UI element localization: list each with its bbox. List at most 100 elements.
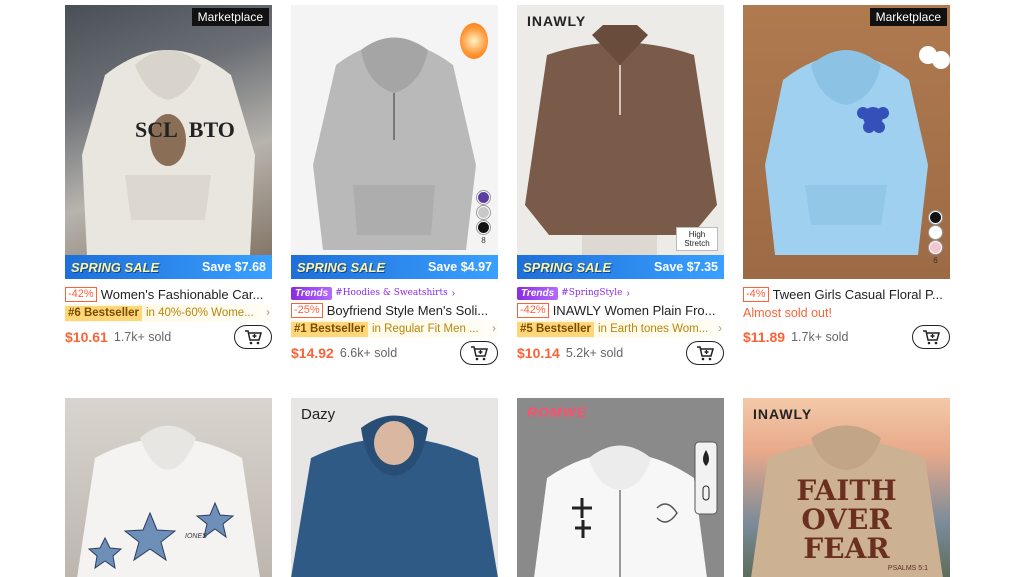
trend-topic[interactable]: #Hoodies & Sweatshirts <box>335 288 448 298</box>
product-card[interactable]: IONES <box>65 398 272 577</box>
spring-sale-banner: SPRING SALE Save $4.97 <box>291 255 498 279</box>
product-card[interactable]: Dazy <box>291 398 498 577</box>
brand-logo: INAWLY <box>527 13 587 29</box>
product-title-row[interactable]: -42% Women's Fashionable Car... <box>65 285 272 303</box>
sold-count: 5.2k+ sold <box>565 346 624 360</box>
price: $10.14 <box>517 345 560 361</box>
sold-count: 6.6k+ sold <box>339 346 398 360</box>
bestseller-category: in 40%-60% Wome... <box>145 307 254 319</box>
product-title-row[interactable]: -25% Boyfriend Style Men's Soli... <box>291 301 498 319</box>
brand-logo: INAWLY <box>753 406 813 422</box>
bestseller-category: in Earth tones Wom... <box>597 323 709 335</box>
trends-row[interactable]: Trends #Hoodies & Sweatshirts › <box>291 285 498 301</box>
product-image[interactable]: 8 SPRING SALE Save $4.97 <box>291 5 498 279</box>
price-row: $10.61 1.7k+ sold <box>65 324 272 350</box>
sale-save: Save $7.68 <box>202 260 266 274</box>
marketplace-badge: Marketplace <box>869 8 947 26</box>
swatch-gray[interactable] <box>477 206 490 219</box>
discount-badge: -42% <box>65 286 97 302</box>
product-image[interactable]: IONES <box>65 398 272 577</box>
hoodie-illustration <box>291 415 498 577</box>
sale-save: Save $7.35 <box>654 260 718 274</box>
cart-plus-icon <box>471 346 488 361</box>
product-card[interactable]: 8 SPRING SALE Save $4.97 Trends #Hoodies… <box>291 5 498 366</box>
chevron-right-icon: › <box>266 307 270 319</box>
add-to-cart-button[interactable] <box>912 325 950 349</box>
bestseller-rank: #6 Bestseller <box>65 305 142 321</box>
swatch-black[interactable] <box>929 211 942 224</box>
product-card[interactable]: SCL BTO Marketplace SPRING SALE Save $7.… <box>65 5 272 350</box>
hoodie-illustration <box>765 46 950 255</box>
discount-badge: -4% <box>743 286 769 302</box>
price-row: $10.14 5.2k+ sold <box>517 340 724 366</box>
cart-plus-icon <box>923 330 940 345</box>
spring-sale-banner: SPRING SALE Save $7.68 <box>65 255 272 279</box>
sale-save: Save $4.97 <box>428 260 492 274</box>
sold-count: 1.7k+ sold <box>791 330 849 344</box>
bestseller-rank: #5 Bestseller <box>517 321 594 337</box>
price: $14.92 <box>291 345 334 361</box>
swatch-purple[interactable] <box>477 191 490 204</box>
product-title[interactable]: Tween Girls Casual Floral P... <box>773 287 943 302</box>
sale-label: SPRING SALE <box>523 259 612 275</box>
product-image[interactable]: ROMWE <box>517 398 724 577</box>
hoodie-back-illustration <box>77 425 260 577</box>
bestseller-rank: #1 Bestseller <box>291 321 368 337</box>
bestseller-row[interactable]: #1 Bestseller in Regular Fit Men ... › <box>291 320 498 338</box>
price-row: $14.92 6.6k+ sold <box>291 340 498 366</box>
price: $11.89 <box>743 329 786 345</box>
almost-sold-out-label: Almost sold out! <box>743 306 832 320</box>
product-card[interactable]: ROMWE <box>517 398 724 577</box>
sale-label: SPRING SALE <box>297 259 386 275</box>
swatch-more-count: 6 <box>933 256 938 265</box>
swatch-white[interactable] <box>929 226 942 239</box>
product-card[interactable]: INAWLY FAITH OVER FEAR PSALMS 5:1 <box>743 398 950 577</box>
hoodie-print-text: SCL BTO <box>135 117 235 142</box>
product-title-row[interactable]: -42% INAWLY Women Plain Fro... <box>517 301 724 319</box>
discount-badge: -42% <box>517 302 549 318</box>
sale-label: SPRING SALE <box>71 259 160 275</box>
add-to-cart-button[interactable] <box>686 341 724 365</box>
marketplace-badge: Marketplace <box>191 8 269 26</box>
price-row: $11.89 1.7k+ sold <box>743 324 950 350</box>
hoodie-print-text: IONES <box>185 533 207 540</box>
discount-badge: -25% <box>291 302 323 318</box>
chevron-right-icon: › <box>451 287 456 299</box>
swatch-black[interactable] <box>477 221 490 234</box>
add-to-cart-button[interactable] <box>460 341 498 365</box>
swatch-pink[interactable] <box>929 241 942 254</box>
product-card[interactable]: INAWLY High Stretch SPRING SALE Save $7.… <box>517 5 724 366</box>
trend-topic[interactable]: #SpringStyle <box>561 288 622 298</box>
add-to-cart-button[interactable] <box>234 325 272 349</box>
cart-plus-icon <box>697 346 714 361</box>
product-image[interactable]: Dazy <box>291 398 498 577</box>
brand-logo: ROMWE <box>527 404 588 420</box>
trends-badge: Trends <box>291 286 333 300</box>
chevron-right-icon: › <box>492 323 496 335</box>
color-swatches[interactable]: 6 <box>929 211 942 265</box>
product-image[interactable]: INAWLY High Stretch SPRING SALE Save $7.… <box>517 5 724 279</box>
zip-hoodie-illustration <box>534 441 718 577</box>
color-swatches[interactable]: 8 <box>477 191 490 245</box>
product-image[interactable]: INAWLY FAITH OVER FEAR PSALMS 5:1 <box>743 398 950 577</box>
product-title[interactable]: Boyfriend Style Men's Soli... <box>327 303 488 318</box>
product-image[interactable]: SCL BTO Marketplace SPRING SALE Save $7.… <box>65 5 272 279</box>
bestseller-row[interactable]: #6 Bestseller in 40%-60% Wome... › <box>65 304 272 322</box>
brand-logo: Dazy <box>301 406 336 423</box>
product-image[interactable]: Marketplace 6 <box>743 5 950 279</box>
cart-plus-icon <box>245 330 262 345</box>
trends-row[interactable]: Trends #SpringStyle › <box>517 285 724 301</box>
sold-count: 1.7k+ sold <box>113 330 172 344</box>
product-card[interactable]: Marketplace 6 -4% Tween Girls Casual Flo… <box>743 5 950 350</box>
product-title-row[interactable]: -4% Tween Girls Casual Floral P... <box>743 285 950 303</box>
hoodie-print-text: FAITH OVER FEAR <box>796 474 897 565</box>
bestseller-row[interactable]: #5 Bestseller in Earth tones Wom... › <box>517 320 724 338</box>
hoodie-print-small-text: PSALMS 5:1 <box>887 565 928 572</box>
trends-badge: Trends <box>517 286 559 300</box>
chevron-right-icon: › <box>626 287 630 299</box>
product-title[interactable]: INAWLY Women Plain Fro... <box>553 303 716 318</box>
warm-flame-icon <box>460 23 488 59</box>
price: $10.61 <box>65 329 108 345</box>
high-stretch-tag: High Stretch <box>676 227 718 251</box>
product-title[interactable]: Women's Fashionable Car... <box>101 287 264 302</box>
